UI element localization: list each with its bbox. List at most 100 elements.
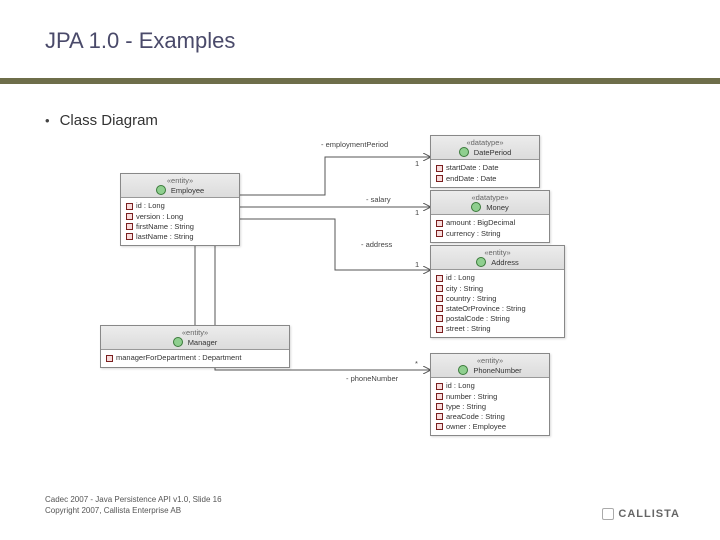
class-attr: owner : Employee — [436, 422, 544, 432]
class-phonenumber: «entity» PhoneNumber id : Long number : … — [430, 353, 550, 436]
class-body: amount : BigDecimal currency : String — [431, 215, 549, 241]
class-attr: amount : BigDecimal — [436, 218, 544, 228]
visibility-icon — [436, 165, 443, 172]
class-attr: startDate : Date — [436, 163, 534, 173]
attr-text: stateOrProvince : String — [446, 304, 526, 314]
stereotype-label: «datatype» — [435, 193, 545, 202]
attr-text: endDate : Date — [446, 174, 496, 184]
class-icon — [173, 337, 183, 347]
visibility-icon — [126, 233, 133, 240]
class-body: id : Long city : String country : String… — [431, 270, 564, 337]
class-icon — [458, 365, 468, 375]
class-employee: «entity» Employee id : Long version : Lo… — [120, 173, 240, 246]
title-divider — [0, 78, 720, 84]
visibility-icon — [106, 355, 113, 362]
visibility-icon — [436, 175, 443, 182]
visibility-icon — [126, 203, 133, 210]
bullet-icon: • — [45, 113, 50, 128]
attr-text: type : String — [446, 402, 486, 412]
class-icon — [471, 202, 481, 212]
bullet-item: • Class Diagram — [45, 112, 158, 129]
class-name: Address — [491, 258, 519, 267]
assoc-phonenumber-mult: * — [414, 359, 419, 368]
class-attr: id : Long — [126, 201, 234, 211]
visibility-icon — [436, 423, 443, 430]
assoc-employmentperiod-mult: 1 — [414, 159, 420, 168]
visibility-icon — [126, 223, 133, 230]
attr-text: id : Long — [446, 273, 475, 283]
class-body: managerForDepartment : Department — [101, 350, 289, 366]
class-icon — [156, 185, 166, 195]
footer-text: Cadec 2007 - Java Persistence API v1.0, … — [45, 495, 222, 516]
class-icon — [459, 147, 469, 157]
class-attr: currency : String — [436, 229, 544, 239]
class-header: «datatype» DatePeriod — [431, 136, 539, 160]
bullet-text: Class Diagram — [60, 112, 158, 129]
class-name: Money — [486, 203, 509, 212]
uml-diagram: «entity» Employee id : Long version : Lo… — [120, 135, 590, 475]
assoc-address-label: - address — [360, 240, 393, 249]
attr-text: areaCode : String — [446, 412, 505, 422]
class-body: id : Long number : String type : String … — [431, 378, 549, 435]
class-header: «datatype» Money — [431, 191, 549, 215]
visibility-icon — [436, 230, 443, 237]
attr-text: city : String — [446, 284, 483, 294]
stereotype-label: «entity» — [125, 176, 235, 185]
visibility-icon — [126, 213, 133, 220]
visibility-icon — [436, 383, 443, 390]
visibility-icon — [436, 285, 443, 292]
assoc-salary-mult: 1 — [414, 208, 420, 217]
attr-text: startDate : Date — [446, 163, 499, 173]
class-attr: areaCode : String — [436, 412, 544, 422]
attr-text: street : String — [446, 324, 491, 334]
visibility-icon — [436, 315, 443, 322]
assoc-phonenumber-label: - phoneNumber — [345, 374, 399, 383]
attr-text: managerForDepartment : Department — [116, 353, 241, 363]
class-attr: postalCode : String — [436, 314, 559, 324]
class-manager: «entity» Manager managerForDepartment : … — [100, 325, 290, 368]
attr-text: country : String — [446, 294, 496, 304]
class-name: DatePeriod — [474, 148, 512, 157]
attr-text: owner : Employee — [446, 422, 506, 432]
attr-text: postalCode : String — [446, 314, 510, 324]
stereotype-label: «entity» — [435, 356, 545, 365]
class-name: PhoneNumber — [473, 366, 521, 375]
class-attr: country : String — [436, 294, 559, 304]
assoc-employmentperiod-label: - employmentPeriod — [320, 140, 389, 149]
class-header: «entity» Address — [431, 246, 564, 270]
attr-text: id : Long — [446, 381, 475, 391]
visibility-icon — [436, 393, 443, 400]
logo-text: CALLISTA — [618, 508, 680, 520]
visibility-icon — [436, 220, 443, 227]
attr-text: lastName : String — [136, 232, 194, 242]
class-attr: street : String — [436, 324, 559, 334]
class-attr: lastName : String — [126, 232, 234, 242]
class-attr: stateOrProvince : String — [436, 304, 559, 314]
class-money: «datatype» Money amount : BigDecimal cur… — [430, 190, 550, 243]
visibility-icon — [436, 275, 443, 282]
logo-icon — [602, 508, 614, 520]
class-icon — [476, 257, 486, 267]
footer-line2: Copyright 2007, Callista Enterprise AB — [45, 506, 222, 516]
class-attr: id : Long — [436, 273, 559, 283]
visibility-icon — [436, 413, 443, 420]
stereotype-label: «entity» — [105, 328, 285, 337]
stereotype-label: «datatype» — [435, 138, 535, 147]
class-attr: type : String — [436, 402, 544, 412]
attr-text: id : Long — [136, 201, 165, 211]
visibility-icon — [436, 403, 443, 410]
class-attr: managerForDepartment : Department — [106, 353, 284, 363]
attr-text: firstName : String — [136, 222, 194, 232]
class-attr: version : Long — [126, 212, 234, 222]
class-header: «entity» Employee — [121, 174, 239, 198]
attr-text: number : String — [446, 392, 497, 402]
class-attr: city : String — [436, 284, 559, 294]
logo: CALLISTA — [602, 508, 680, 520]
assoc-address-mult: 1 — [414, 260, 420, 269]
class-attr: endDate : Date — [436, 174, 534, 184]
page-title: JPA 1.0 - Examples — [45, 28, 235, 54]
footer-line1: Cadec 2007 - Java Persistence API v1.0, … — [45, 495, 222, 505]
class-attr: id : Long — [436, 381, 544, 391]
class-name: Manager — [188, 338, 218, 347]
attr-text: currency : String — [446, 229, 501, 239]
